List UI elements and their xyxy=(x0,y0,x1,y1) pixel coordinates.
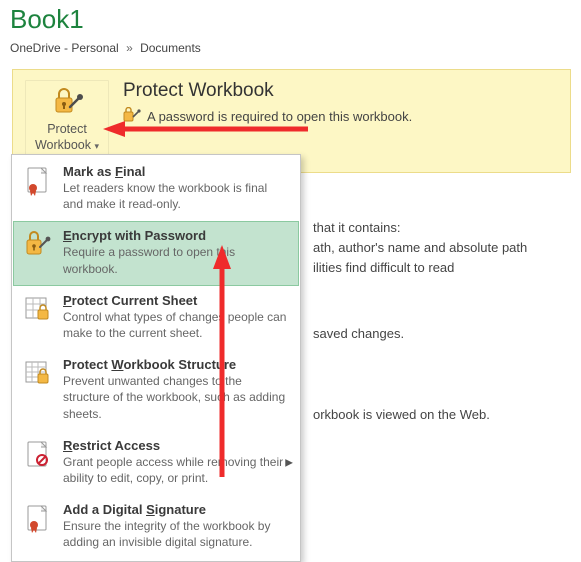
breadcrumb-folder: Documents xyxy=(140,41,201,55)
lock-key-icon xyxy=(50,87,84,120)
menu-label: Add a Digital Signature xyxy=(63,502,289,517)
menu-item-encrypt-with-password[interactable]: Encrypt with Password Require a password… xyxy=(13,221,299,285)
protect-workbook-menu: Mark as Final Let readers know the workb… xyxy=(11,154,301,562)
menu-item-protect-workbook-structure[interactable]: Protect Workbook Structure Prevent unwan… xyxy=(13,350,299,431)
breadcrumb-separator: » xyxy=(126,41,133,55)
menu-desc: Ensure the integrity of the workbook by … xyxy=(63,518,289,550)
protect-workbook-button[interactable]: Protect Workbook ▾ xyxy=(25,80,109,160)
menu-desc: Let readers know the workbook is final a… xyxy=(63,180,289,212)
menu-item-mark-as-final[interactable]: Mark as Final Let readers know the workb… xyxy=(13,157,299,221)
menu-desc: Prevent unwanted changes to the structur… xyxy=(63,373,289,422)
lock-key-icon xyxy=(24,230,52,261)
workbook-lock-icon xyxy=(24,359,52,390)
menu-label: Protect Workbook Structure xyxy=(63,357,289,372)
annotation-arrow-1 xyxy=(103,119,313,142)
menu-desc: Grant people access while removing their… xyxy=(63,454,289,486)
document-signature-icon xyxy=(24,504,52,537)
protect-button-label-2: Workbook xyxy=(35,138,91,152)
menu-desc: Require a password to open this workbook… xyxy=(63,244,289,276)
menu-label: Protect Current Sheet xyxy=(63,293,289,308)
menu-label: Encrypt with Password xyxy=(63,228,289,243)
document-restrict-icon xyxy=(24,440,52,473)
protect-heading: Protect Workbook xyxy=(123,80,412,102)
document-ribbon-icon xyxy=(24,166,52,199)
menu-desc: Control what types of changes people can… xyxy=(63,309,289,341)
sheet-lock-icon xyxy=(24,295,52,326)
annotation-arrow-2 xyxy=(210,245,234,483)
menu-item-add-digital-signature[interactable]: Add a Digital Signature Ensure the integ… xyxy=(13,495,299,559)
chevron-down-icon: ▾ xyxy=(92,141,99,151)
breadcrumb: OneDrive - Personal » Documents xyxy=(0,37,581,63)
menu-item-restrict-access[interactable]: Restrict Access Grant people access whil… xyxy=(13,431,299,495)
breadcrumb-root: OneDrive - Personal xyxy=(10,41,119,55)
submenu-arrow-icon: ▶ xyxy=(285,457,293,468)
workbook-title: Book1 xyxy=(0,0,581,37)
menu-label: Restrict Access xyxy=(63,438,289,453)
protect-button-label-1: Protect xyxy=(47,122,87,136)
menu-item-protect-current-sheet[interactable]: Protect Current Sheet Control what types… xyxy=(13,286,299,350)
menu-label: Mark as Final xyxy=(63,164,289,179)
